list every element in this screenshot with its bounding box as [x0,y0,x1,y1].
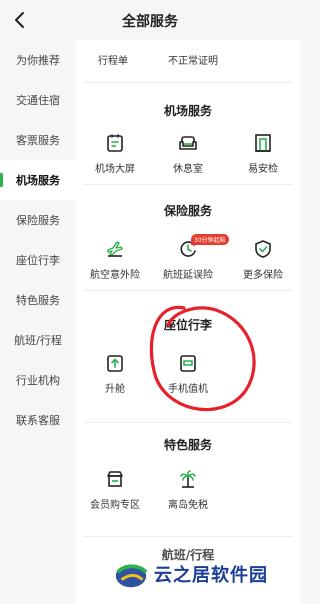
sidebar-item-special[interactable]: 特色服务 [0,280,76,320]
divider [84,290,292,291]
watermark: 云之居软件园 [112,552,300,596]
service-more-insurance[interactable]: 更多保险 [226,238,300,281]
page-title: 全部服务 [122,14,178,30]
service-label: 航班延误险 [163,270,213,281]
service-easy-security[interactable]: 易安检 [226,132,300,175]
sidebar-item-flight-trip[interactable]: 航班/行程 [0,320,76,360]
section-title-airport: 机场服务 [163,104,212,118]
service-label: 升舱 [105,384,125,395]
phone-checkin-icon [180,355,196,372]
divider [84,82,292,83]
service-label: 航空意外险 [90,270,140,281]
sidebar-item-contact[interactable]: 联系客服 [0,400,76,440]
palm-tree-icon [180,470,196,488]
section-title-insurance: 保险服务 [163,204,212,218]
service-label: 更多保险 [243,270,283,281]
service-label: 机场大屏 [95,164,135,175]
sidebar-item-recommend[interactable]: 为你推荐 [0,40,76,80]
divider [84,536,292,537]
section-title-special: 特色服务 [163,438,212,452]
service-itinerary[interactable]: 行程单 [76,52,150,67]
sidebar-item-airport[interactable]: 机场服务 [0,160,76,200]
shop-icon [107,471,123,487]
service-duty-free[interactable]: 离岛免税 [151,468,225,511]
header-bar: 全部服务 [0,0,300,40]
compensation-badge: 30分钟起赔 [191,234,229,245]
service-label: 行程单 [98,56,128,67]
sidebar-item-industry[interactable]: 行业机构 [0,360,76,400]
service-mobile-checkin[interactable]: 手机值机 [151,352,225,395]
shield-check-icon [255,240,271,258]
sidebar-item-transport[interactable]: 交通住宿 [0,80,76,120]
service-flight-board[interactable]: 机场大屏 [78,132,152,175]
sidebar-item-ticket[interactable]: 客票服务 [0,120,76,160]
section-title-seat-baggage: 座位行李 [163,318,212,332]
upgrade-seat-icon [107,355,123,372]
watermark-text: 云之居软件园 [154,565,268,586]
divider [84,422,292,423]
service-content: 行程单 不正常证明 机场服务 机场大屏 休息室 易安检 保险服务 航空意外险 3… [76,40,300,604]
service-abnormal-cert[interactable]: 不正常证明 [148,52,238,67]
watermark-logo-icon [115,564,148,588]
service-delay-insurance[interactable]: 30分钟起赔 航班延误险 [151,234,229,281]
sidebar: 为你推荐 交通住宿 客票服务 机场服务 保险服务 座位行李 特色服务 航班/行程… [0,40,76,604]
service-member-shop[interactable]: 会员购专区 [78,468,152,511]
service-label: 会员购专区 [90,500,140,511]
service-air-accident-insurance[interactable]: 航空意外险 [78,238,152,281]
sidebar-item-seat-baggage[interactable]: 座位行李 [0,240,76,280]
divider [84,184,292,185]
sidebar-item-insurance[interactable]: 保险服务 [0,200,76,240]
service-lounge[interactable]: 休息室 [151,132,225,175]
plane-shield-icon [107,241,123,257]
security-gate-icon [255,134,271,152]
service-label: 不正常证明 [168,56,218,67]
service-label: 离岛免税 [168,500,208,511]
flight-board-icon [107,134,123,152]
service-cabin-upgrade[interactable]: 升舱 [78,352,152,395]
service-label: 休息室 [173,164,203,175]
service-label: 手机值机 [168,384,208,395]
service-label: 易安检 [248,164,278,175]
lounge-sofa-icon [179,136,197,150]
